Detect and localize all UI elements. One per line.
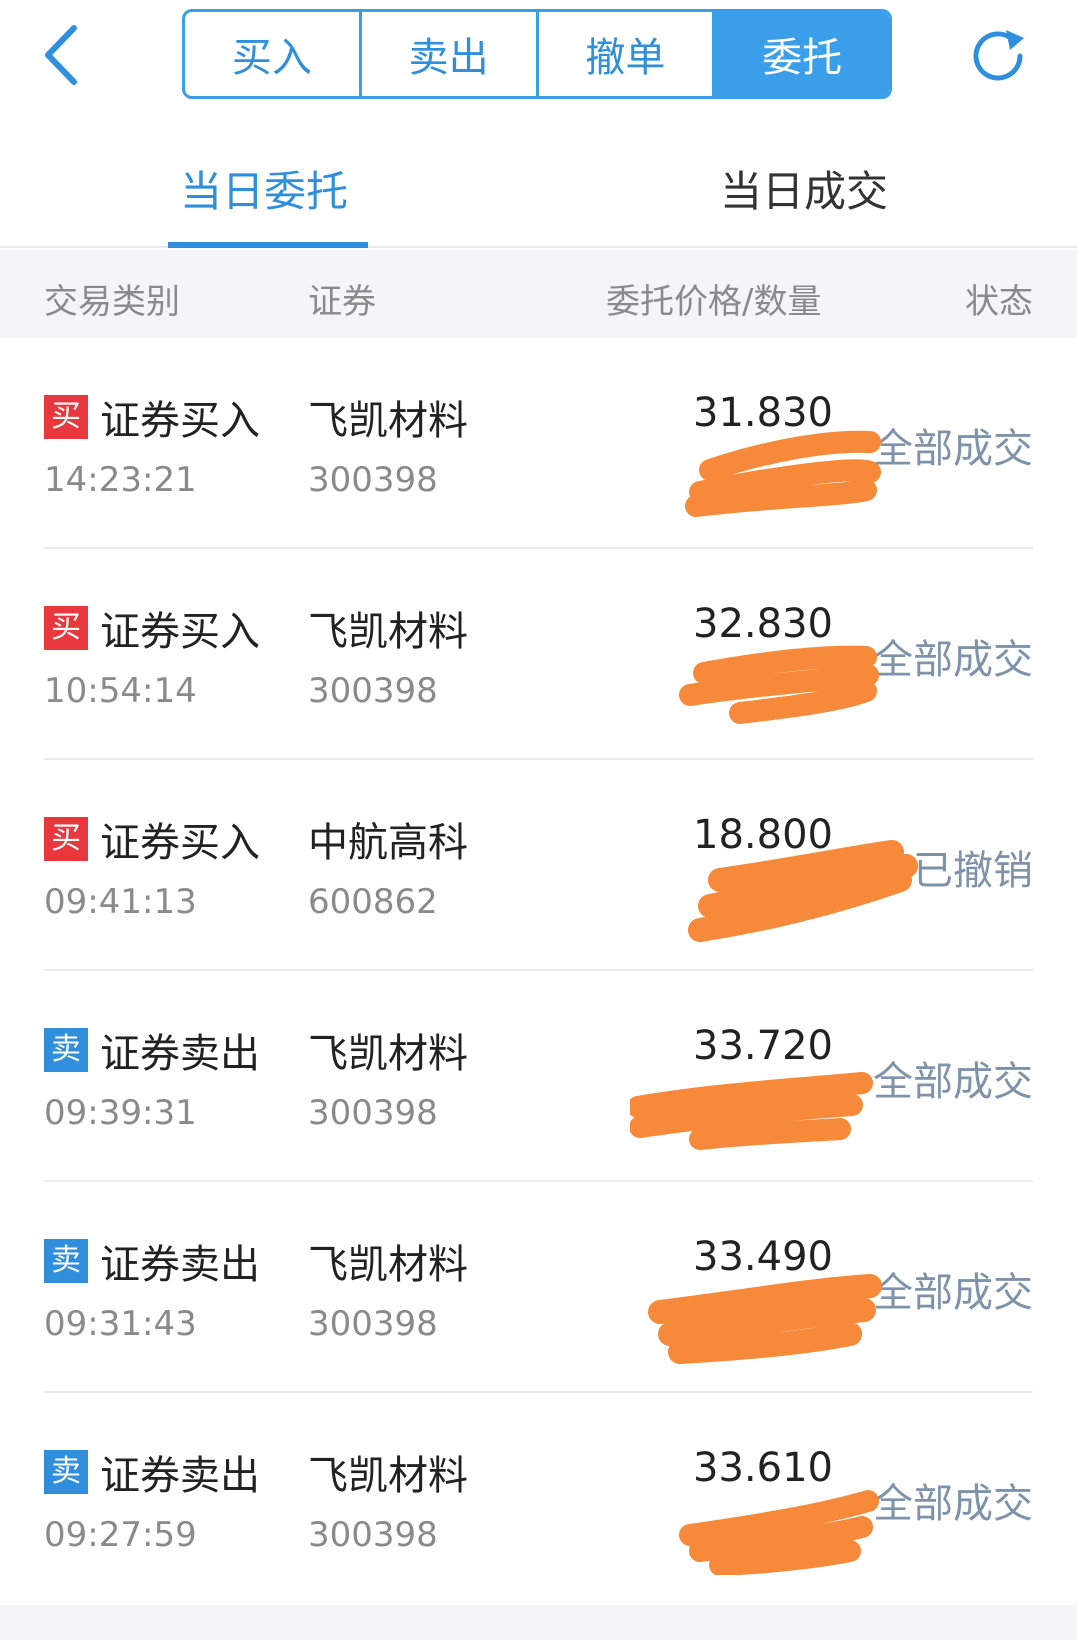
order-status: 全部成交 <box>873 1481 1033 1527</box>
trade-type: 证券买入 <box>100 398 260 444</box>
security-name: 飞凯材料 <box>308 609 468 655</box>
order-time: 09:31:43 <box>44 1304 197 1344</box>
order-status: 全部成交 <box>873 426 1033 472</box>
active-tab-indicator <box>168 242 368 248</box>
order-row[interactable]: 买 证券买入 10:54:14 飞凯材料 300398 32.830 全部成交 <box>0 549 1077 760</box>
security-code: 300398 <box>308 460 438 500</box>
sell-badge: 卖 <box>44 1450 88 1494</box>
trade-type: 证券买入 <box>100 820 260 866</box>
trade-segmented-control: 买入 卖出 撤单 委托 <box>182 9 892 99</box>
segment-orders[interactable]: 委托 <box>715 12 889 96</box>
order-time: 09:41:13 <box>44 882 197 922</box>
trade-type: 证券卖出 <box>100 1031 260 1077</box>
tab-today-deals[interactable]: 当日成交 <box>720 158 888 219</box>
security-code: 300398 <box>308 1304 438 1344</box>
sell-badge: 卖 <box>44 1028 88 1072</box>
order-row[interactable]: 买 证券买入 09:41:13 中航高科 600862 18.800 已撤销 <box>0 760 1077 971</box>
bottom-strip <box>0 1605 1077 1640</box>
tab-today-orders[interactable]: 当日委托 <box>180 158 348 219</box>
order-row[interactable]: 卖 证券卖出 09:27:59 飞凯材料 300398 33.610 全部成交 <box>0 1393 1077 1604</box>
order-row[interactable]: 买 证券买入 14:23:21 飞凯材料 300398 31.830 全部成交 <box>0 338 1077 549</box>
segment-sell[interactable]: 卖出 <box>362 12 539 96</box>
order-row[interactable]: 卖 证券卖出 09:39:31 飞凯材料 300398 33.720 全部成交 <box>0 971 1077 1182</box>
segment-buy[interactable]: 买入 <box>185 12 362 96</box>
security-name: 飞凯材料 <box>308 1031 468 1077</box>
order-status: 全部成交 <box>873 1059 1033 1105</box>
security-code: 600862 <box>308 882 438 922</box>
column-price-quantity: 委托价格/数量 <box>606 282 822 322</box>
column-security: 证券 <box>308 282 376 322</box>
order-price: 33.490 <box>693 1234 833 1280</box>
security-code: 300398 <box>308 1515 438 1555</box>
order-price: 32.830 <box>693 601 833 647</box>
order-time: 09:39:31 <box>44 1093 197 1133</box>
column-status: 状态 <box>965 282 1033 322</box>
order-price: 31.830 <box>693 390 833 436</box>
order-list: 买 证券买入 14:23:21 飞凯材料 300398 31.830 全部成交 … <box>0 338 1077 1604</box>
security-name: 飞凯材料 <box>308 1453 468 1499</box>
order-status: 已撤销 <box>913 848 1033 894</box>
trade-type: 证券买入 <box>100 609 260 655</box>
top-bar: 买入 卖出 撤单 委托 <box>0 0 1077 120</box>
order-time: 10:54:14 <box>44 671 197 711</box>
refresh-icon <box>973 30 1024 81</box>
buy-badge: 买 <box>44 395 88 439</box>
buy-badge: 买 <box>44 817 88 861</box>
security-name: 飞凯材料 <box>308 1242 468 1288</box>
order-status: 全部成交 <box>873 637 1033 683</box>
order-price: 33.720 <box>693 1023 833 1069</box>
order-price: 18.800 <box>693 812 833 858</box>
trade-type: 证券卖出 <box>100 1242 260 1288</box>
refresh-button[interactable] <box>968 26 1032 86</box>
order-row[interactable]: 卖 证券卖出 09:31:43 飞凯材料 300398 33.490 全部成交 <box>0 1182 1077 1393</box>
segment-cancel[interactable]: 撤单 <box>539 12 716 96</box>
order-status: 全部成交 <box>873 1270 1033 1316</box>
order-time: 14:23:21 <box>44 460 197 500</box>
order-time: 09:27:59 <box>44 1515 197 1555</box>
buy-badge: 买 <box>44 606 88 650</box>
column-trade-type: 交易类别 <box>44 282 180 322</box>
security-name: 飞凯材料 <box>308 398 468 444</box>
security-code: 300398 <box>308 671 438 711</box>
security-code: 300398 <box>308 1093 438 1133</box>
order-subtabs: 当日委托 当日成交 <box>0 130 1077 248</box>
trade-type: 证券卖出 <box>100 1453 260 1499</box>
chevron-left-icon <box>45 25 77 85</box>
sell-badge: 卖 <box>44 1239 88 1283</box>
column-header: 交易类别 证券 委托价格/数量 状态 <box>0 250 1077 338</box>
security-name: 中航高科 <box>308 820 468 866</box>
order-price: 33.610 <box>693 1445 833 1491</box>
back-button[interactable] <box>34 22 94 88</box>
